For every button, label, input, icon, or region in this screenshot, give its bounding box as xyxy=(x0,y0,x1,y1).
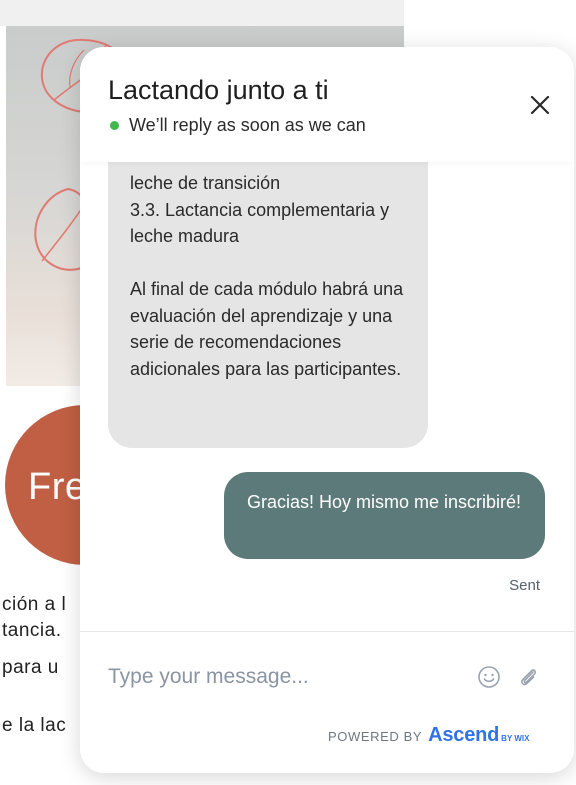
incoming-message-bubble: leche de transición 3.3. Lactancia compl… xyxy=(108,162,428,448)
chat-title: Lactando junto a ti xyxy=(108,75,329,105)
attachment-paperclip-icon[interactable] xyxy=(516,665,540,689)
close-icon[interactable] xyxy=(527,92,553,118)
online-status-dot-icon xyxy=(110,121,119,130)
background-text-line: tancia. xyxy=(2,620,62,641)
incoming-message-text: leche de transición 3.3. Lactancia compl… xyxy=(130,173,404,379)
chat-header: Lactando junto a ti We’ll reply as soon … xyxy=(80,47,574,162)
by-wix-label: BY WIX xyxy=(501,734,530,743)
background-text-line: para u xyxy=(2,657,59,678)
background-top-bar xyxy=(0,0,404,26)
powered-by-branding[interactable]: POWERED BY Ascend BY WIX xyxy=(328,724,529,747)
ascend-logo: Ascend xyxy=(428,724,500,746)
outgoing-message-bubble: Gracias! Hoy mismo me inscribiré! xyxy=(224,472,545,559)
chat-widget: Lactando junto a ti We’ll reply as soon … xyxy=(80,47,574,773)
message-input[interactable] xyxy=(108,660,448,694)
emoji-icon[interactable] xyxy=(477,665,501,689)
message-composer: POWERED BY Ascend BY WIX xyxy=(80,631,574,773)
background-text-line: e la lac xyxy=(2,715,67,736)
background-circle-text: Fre xyxy=(28,466,87,508)
message-list[interactable]: leche de transición 3.3. Lactancia compl… xyxy=(80,162,574,632)
background-text-line: ción a l xyxy=(2,594,67,615)
powered-by-label: POWERED BY xyxy=(328,729,423,744)
chat-status-text: We’ll reply as soon as we can xyxy=(129,115,366,135)
message-status-label: Sent xyxy=(509,577,540,594)
outgoing-message-text: Gracias! Hoy mismo me inscribiré! xyxy=(247,492,522,512)
chat-status: We’ll reply as soon as we can xyxy=(110,115,366,136)
